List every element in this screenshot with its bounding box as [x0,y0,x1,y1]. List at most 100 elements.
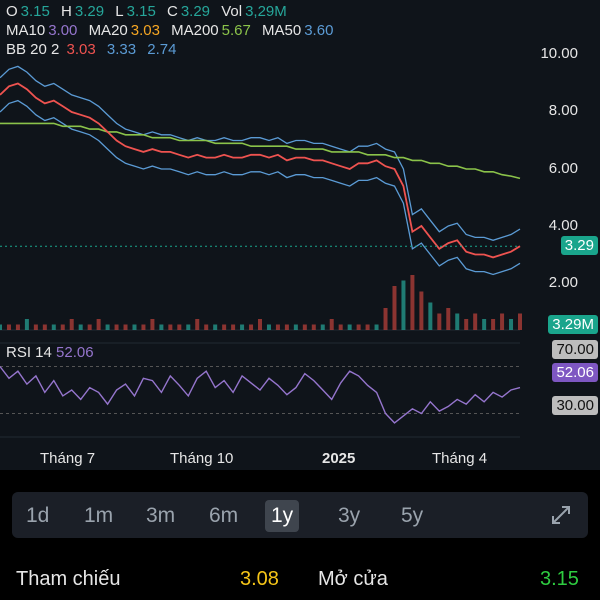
volume-bar [455,313,460,330]
volume-value: 3,29M [245,3,287,20]
timeframe-6m[interactable]: 6m [203,500,244,532]
volume-bar [482,319,487,330]
volume-bar [284,324,289,330]
volume-bar [231,324,236,330]
volume-bar [258,319,262,330]
rsi-lower-badge: 30.00 [552,396,598,415]
price-tick: 8.00 [548,102,578,119]
volume-bar [6,324,11,330]
expand-icon[interactable] [550,504,572,526]
bb-lower-value: 2.74 [147,41,177,58]
rsi-value-badge: 52.06 [552,363,598,382]
close-key: C [166,3,178,20]
volume-bar [222,324,227,330]
volume-bar [150,319,155,330]
timeframe-1y[interactable]: 1y [265,500,300,532]
volume-bar [177,324,182,330]
volume-bar [249,324,254,330]
ma200-value: 5.67 [221,22,251,39]
timeframe-3y[interactable]: 3y [332,500,366,532]
volume-bar [78,324,83,330]
volume-bar [132,324,137,330]
x-tick-year: 2025 [322,450,356,467]
volume-bar [320,324,325,330]
volume-bar [446,308,451,330]
open-label: Mở cửa [318,568,388,590]
volume-bar [338,324,343,330]
ma-row: MA10 3.00 MA20 3.03 MA200 5.67 MA50 3.60 [6,21,340,40]
open-key: O [6,3,18,20]
timeframe-1d[interactable]: 1d [20,500,55,532]
open-price-value: 3.15 [540,568,579,590]
volume-bar [123,324,128,330]
volume-bar [69,319,74,330]
timeframe-3m[interactable]: 3m [140,500,181,532]
volume-bar [329,319,334,330]
rsi-value-label: 52.06 [56,344,94,361]
rsi-key: RSI 14 [6,344,52,361]
volume-bar [24,319,29,330]
volume-bar [500,313,505,330]
volume-bar [374,324,379,330]
price-line [0,82,521,259]
rsi-legend: RSI 14 52.06 [6,344,94,361]
volume-bar [464,319,469,330]
volume-bar [96,319,101,330]
reference-label: Tham chiếu [16,568,121,590]
high-value: 3.29 [74,3,105,20]
volume-bar [114,324,119,330]
volume-bar [168,324,173,330]
volume-bar [240,324,245,330]
bollinger-upper-line [0,65,521,241]
volume-bar [365,324,370,330]
ma50-value: 3.60 [304,22,334,39]
rsi-upper-badge: 70.00 [552,340,598,359]
bottom-panel: 1d 1m 3m 6m 1y 3y 5y Tham chiếu 3.08 Mở … [0,478,600,600]
volume-bar [0,324,2,330]
ma10-key: MA10 [6,22,46,39]
low-value: 3.15 [126,3,156,20]
bb-row: BB 20 2 3.03 3.33 2.74 [6,40,340,59]
price-tick: 4.00 [548,217,578,234]
bb-key: BB 20 2 [6,41,60,58]
volume-bar [275,324,280,330]
chart-canvas[interactable] [0,0,600,470]
volume-bar [42,324,47,330]
volume-key: Vol [221,3,243,20]
timeframe-5y[interactable]: 5y [395,500,429,532]
volume-bar [347,324,352,330]
rsi-line [0,366,521,424]
ohlc-row: O 3.15 H 3.29 L 3.15 C 3.29 Vol 3,29M [6,2,340,21]
bb-upper-value: 3.33 [106,41,137,58]
low-key: L [115,3,124,20]
volume-bar [33,324,38,330]
ma10-value: 3.00 [48,22,78,39]
volume-bar [419,291,424,330]
volume-bar [428,302,433,330]
volume-bar [437,313,442,330]
price-chart[interactable]: O 3.15 H 3.29 L 3.15 C 3.29 Vol 3,29M MA10 3.0… [0,0,600,470]
volume-bar [473,313,478,330]
timeframe-1m[interactable]: 1m [78,500,119,532]
ma200-key: MA200 [171,22,219,39]
volume-bar [293,324,298,330]
ma20-value: 3.03 [130,22,160,39]
ma20-key: MA20 [88,22,128,39]
price-tick: 10.00 [540,45,578,62]
volume-bar [105,324,110,330]
volume-bar [204,324,209,330]
volume-bar [15,324,20,330]
open-value: 3.15 [20,3,50,20]
volume-bar [195,319,200,330]
volume-bar [186,324,191,330]
x-tick: Tháng 7 [40,450,96,467]
close-value: 3.29 [180,3,211,20]
volume-bar [60,324,65,330]
x-tick: Tháng 4 [432,450,488,467]
volume-bar [213,324,218,330]
ohlc-legend: O 3.15 H 3.29 L 3.15 C 3.29 Vol 3,29M MA10 3.0… [6,2,340,59]
volume-bar [302,324,307,330]
volume-bar [383,308,388,330]
volume-bar [509,319,514,330]
volume-bar [159,324,164,330]
